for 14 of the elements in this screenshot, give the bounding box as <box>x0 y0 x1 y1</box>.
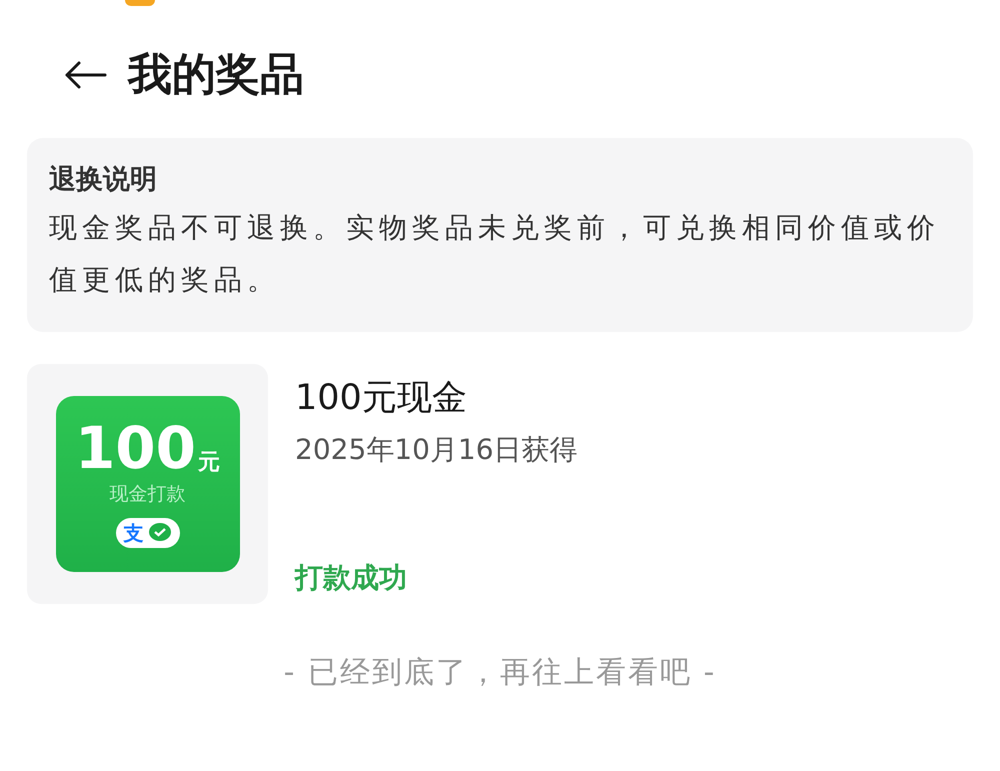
status-icon <box>125 0 155 6</box>
pay-glyph: 支 <box>124 521 144 545</box>
back-arrow-icon <box>63 60 107 90</box>
unit-text: 元 <box>198 449 220 477</box>
prize-date: 2025年10月16日获得 <box>295 432 579 468</box>
notice-text: 现金奖品不可退换。实物奖品未兑奖前，可兑换相同价值或价值更低的奖品。 <box>49 210 941 298</box>
status-text: 打款成功 <box>295 560 408 596</box>
prize-name: 100元现金 <box>295 377 468 420</box>
page-title: 我的奖品 <box>128 48 304 102</box>
caption-text: 现金打款 <box>110 482 186 507</box>
end-of-list-text: - 已经到底了，再往上看看吧 - <box>282 654 718 692</box>
notice-title: 退换说明 <box>49 163 158 197</box>
amount-text: 100 <box>74 418 196 478</box>
check-bubble-icon <box>148 522 172 544</box>
